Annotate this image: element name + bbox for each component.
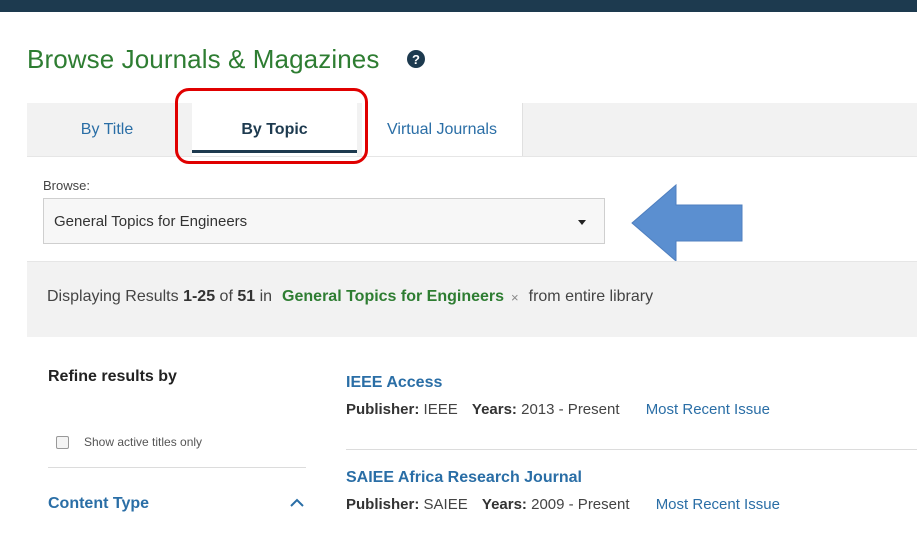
results-in: in xyxy=(259,288,273,305)
page-title: Browse Journals & Magazines xyxy=(27,44,380,74)
publisher-label: Publisher: xyxy=(346,401,420,418)
results-summary-text: Displaying Results 1-25 of 51 in General… xyxy=(47,288,653,306)
results-prefix: Displaying Results xyxy=(47,288,179,305)
caret-down-icon xyxy=(578,220,586,225)
browse-label: Browse: xyxy=(43,178,90,193)
journal-meta: Publisher: SAIEE Years: 2009 - Present M… xyxy=(346,496,780,513)
publisher-value: SAIEE xyxy=(423,496,468,513)
tab-by-title[interactable]: By Title xyxy=(27,103,187,156)
journal-result-item: IEEE Access Publisher: IEEE Years: 2013 … xyxy=(346,374,770,418)
browse-tabs: By Title By Topic Virtual Journals xyxy=(27,103,917,157)
tab-label: Virtual Journals xyxy=(387,120,497,138)
results-topic-filter: General Topics for Engineers xyxy=(282,288,505,305)
publisher-value: IEEE xyxy=(423,401,458,418)
show-active-titles-toggle[interactable]: Show active titles only xyxy=(56,435,202,449)
remove-filter-icon[interactable]: × xyxy=(511,290,519,305)
results-summary-bar: Displaying Results 1-25 of 51 in General… xyxy=(27,261,917,337)
years-label: Years: xyxy=(481,496,527,513)
most-recent-issue-link[interactable]: Most Recent Issue xyxy=(656,496,780,513)
active-titles-label: Show active titles only xyxy=(84,435,203,449)
years-value: 2013 - Present xyxy=(521,401,620,418)
results-of: of xyxy=(219,288,233,305)
tab-virtual-journals[interactable]: Virtual Journals xyxy=(362,103,523,156)
browse-topic-select[interactable]: General Topics for Engineers xyxy=(43,198,605,244)
results-suffix: from entire library xyxy=(528,288,654,305)
tab-label: By Title xyxy=(80,120,134,138)
result-divider xyxy=(346,449,917,450)
results-range: 1-25 xyxy=(183,288,216,305)
sidebar-divider xyxy=(48,467,306,468)
annotation-arrow-left-icon xyxy=(631,183,743,263)
most-recent-issue-link[interactable]: Most Recent Issue xyxy=(646,401,770,418)
browse-selected-value: General Topics for Engineers xyxy=(54,212,248,230)
journal-title-link[interactable]: SAIEE Africa Research Journal xyxy=(346,469,780,487)
chevron-up-icon[interactable] xyxy=(289,497,305,509)
years-value: 2009 - Present xyxy=(531,496,630,513)
content-type-filter-header[interactable]: Content Type xyxy=(48,495,149,513)
annotation-highlight-box xyxy=(175,88,368,164)
journal-title-link[interactable]: IEEE Access xyxy=(346,374,770,392)
publisher-label: Publisher: xyxy=(346,496,420,513)
journal-meta: Publisher: IEEE Years: 2013 - Present Mo… xyxy=(346,401,770,418)
years-label: Years: xyxy=(471,401,517,418)
active-titles-checkbox[interactable] xyxy=(56,435,69,449)
top-header-bar xyxy=(0,0,917,12)
refine-results-heading: Refine results by xyxy=(48,368,177,385)
results-total: 51 xyxy=(237,288,256,305)
journal-result-item: SAIEE Africa Research Journal Publisher:… xyxy=(346,469,780,513)
question-circle-icon[interactable]: ? xyxy=(407,50,425,68)
